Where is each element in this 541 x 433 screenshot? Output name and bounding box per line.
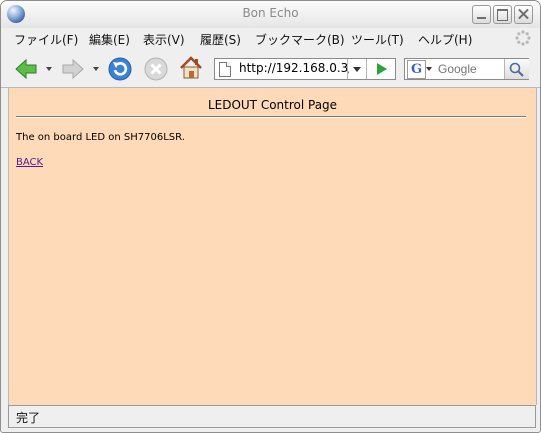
close-button[interactable] bbox=[514, 5, 533, 24]
menu-file[interactable]: ファイル(F) bbox=[14, 31, 78, 48]
reload-icon[interactable] bbox=[107, 56, 133, 82]
page-body-text: The on board LED on SH7706LSR. bbox=[16, 132, 185, 143]
url-text[interactable]: http://192.168.0.3/ bbox=[239, 61, 349, 75]
horizontal-rule bbox=[16, 116, 526, 118]
back-link[interactable]: BACK bbox=[16, 157, 43, 168]
menu-edit[interactable]: 編集(E) bbox=[89, 31, 130, 48]
search-input[interactable] bbox=[436, 59, 506, 79]
status-text: 完了 bbox=[16, 411, 41, 425]
go-icon[interactable] bbox=[366, 59, 396, 79]
page-content: LEDOUT Control Page The on board LED on … bbox=[8, 88, 537, 405]
back-history-dropdown[interactable] bbox=[46, 67, 52, 71]
forward-arrow-icon[interactable] bbox=[60, 56, 86, 82]
browser-window: Bon Echo ファイル(F) 編集(E) 表示(V) 履歴(S) ブックマー… bbox=[0, 0, 541, 433]
title-bar[interactable]: Bon Echo bbox=[1, 1, 540, 28]
search-engine-dropdown[interactable] bbox=[426, 67, 432, 71]
throbber-icon bbox=[515, 30, 531, 46]
back-arrow-icon[interactable] bbox=[13, 56, 39, 82]
minimize-button[interactable] bbox=[472, 5, 491, 24]
menu-view[interactable]: 表示(V) bbox=[143, 31, 185, 48]
search-magnifier-icon[interactable] bbox=[504, 59, 529, 79]
menu-bar: ファイル(F) 編集(E) 表示(V) 履歴(S) ブックマーク(B) ツール(… bbox=[1, 28, 540, 49]
status-bar: 完了 bbox=[8, 405, 536, 428]
search-bar[interactable]: G bbox=[404, 58, 529, 80]
stop-icon[interactable] bbox=[143, 56, 169, 82]
home-icon[interactable] bbox=[178, 55, 204, 81]
menu-help[interactable]: ヘルプ(H) bbox=[418, 31, 472, 48]
maximize-button[interactable] bbox=[493, 5, 512, 24]
url-history-dropdown[interactable] bbox=[347, 59, 366, 79]
window-title: Bon Echo bbox=[242, 6, 299, 20]
address-bar[interactable]: http://192.168.0.3/ bbox=[214, 58, 396, 80]
menu-history[interactable]: 履歴(S) bbox=[200, 31, 241, 48]
forward-history-dropdown[interactable] bbox=[93, 67, 99, 71]
search-engine-icon[interactable]: G bbox=[407, 60, 426, 79]
menu-tools[interactable]: ツール(T) bbox=[351, 31, 404, 48]
page-heading: LEDOUT Control Page bbox=[207, 98, 338, 112]
menu-bookmarks[interactable]: ブックマーク(B) bbox=[255, 31, 345, 48]
page-icon bbox=[219, 62, 231, 77]
